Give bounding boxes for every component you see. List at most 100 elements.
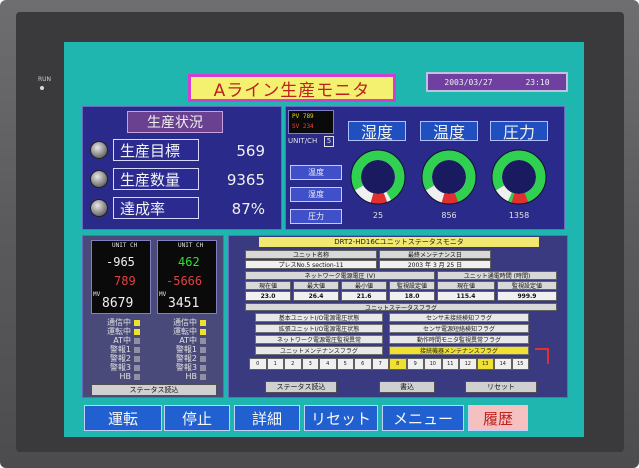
status-lamp-icon xyxy=(134,319,140,326)
device-display-1: UNIT CH -965 789 MV 8679 xyxy=(91,240,151,314)
flag-item: ユニットメンテナンスフラグ xyxy=(255,346,383,355)
unit-ch-value[interactable]: 5 xyxy=(324,136,334,147)
voltage-min: 21.6 xyxy=(341,291,387,301)
device-header: UNIT CH xyxy=(178,242,204,249)
status-row: HB xyxy=(157,372,219,381)
nav-menu-button[interactable]: メニュー xyxy=(382,405,464,431)
col-header: 最小値 xyxy=(341,281,387,290)
nav-detail-button[interactable]: 詳細 xyxy=(234,405,300,431)
run-label: RUN xyxy=(38,76,52,83)
bit-cell-active: 13 xyxy=(476,358,494,370)
nav-history-button[interactable]: 履歴 xyxy=(468,405,528,431)
device-mv-label: MV xyxy=(159,291,167,298)
humidity-gauge-title: 湿度 xyxy=(348,121,406,142)
device-status-read-button[interactable]: ステータス読込 xyxy=(91,384,217,396)
temp-value: 856 xyxy=(441,211,457,220)
temp-gauge xyxy=(421,149,477,205)
target-value: 569 xyxy=(236,142,265,160)
alarm-connector-icon xyxy=(535,348,549,364)
bit-cell: 9 xyxy=(406,358,424,370)
maint-date-value: 2003 年 3 月 25 日 xyxy=(379,260,491,269)
rate-label: 達成率 xyxy=(113,197,199,219)
bit-cell-active: 8 xyxy=(389,358,407,370)
col-header: 現在値 xyxy=(245,281,291,290)
status-lamp-icon xyxy=(134,337,140,344)
nav-run-button[interactable]: 運転 xyxy=(84,405,162,431)
flag-item: 拡張ユニットI/O電源電圧状態 xyxy=(255,324,383,333)
pressure-gauge-title: 圧力 xyxy=(490,121,548,142)
bit-cell: 11 xyxy=(441,358,459,370)
status-lamp-icon xyxy=(134,328,140,335)
bit-row: 0 1 2 3 4 5 6 7 8 9 10 11 12 13 14 15 xyxy=(249,358,529,370)
col-header: 現在値 xyxy=(437,281,495,290)
time-setting[interactable]: 999.9 xyxy=(497,291,557,301)
unit-name-value: プレスNo.5 section-11 xyxy=(245,260,377,269)
status-lamp-icon xyxy=(200,373,206,380)
bit-cell: 4 xyxy=(319,358,337,370)
unit-monitor-panel: DRT2-HD16Cユニットステータスモニタ ユニット名称 最終メンテナンス日 … xyxy=(228,235,568,398)
rate-value: 87% xyxy=(231,200,265,218)
device-pv: 462 xyxy=(178,255,200,269)
bit-cell: 7 xyxy=(371,358,389,370)
pressure-value: 1358 xyxy=(508,211,530,220)
flag-item: ネットワーク電源電圧監視異常 xyxy=(255,335,383,344)
voltage-header: ネットワーク電源電圧 (V) xyxy=(245,271,435,280)
col-header: 最大値 xyxy=(293,281,339,290)
status-lamp-icon xyxy=(134,364,140,371)
device-mv-label: MV xyxy=(93,291,101,298)
status-row: 警報3 xyxy=(91,363,153,372)
device-display-2: UNIT CH 462 -5666 MV 3451 xyxy=(157,240,217,314)
device-header: UNIT CH xyxy=(112,242,138,249)
quantity-label: 生産数量 xyxy=(113,168,199,190)
humidity-gauge xyxy=(350,149,406,205)
pressure-button[interactable]: 圧力 xyxy=(290,209,342,224)
status-led-icon xyxy=(90,141,108,159)
nav-stop-button[interactable]: 停止 xyxy=(164,405,230,431)
flag-item: センサ未接続検知フラグ xyxy=(389,313,529,322)
device-mv: 8679 xyxy=(102,296,134,311)
reset-button[interactable]: リセット xyxy=(465,381,537,393)
production-panel: 生産状況 生産目標 569 生産数量 9365 達成率 87% xyxy=(82,106,282,230)
status-read-button[interactable]: ステータス読込 xyxy=(265,381,337,393)
status-lamp-icon xyxy=(134,346,140,353)
run-led-icon xyxy=(40,86,44,90)
device-mv: 3451 xyxy=(168,296,200,311)
bit-cell: 15 xyxy=(511,358,529,370)
voltage-setting[interactable]: 18.0 xyxy=(389,291,435,301)
date-text: 2003/03/27 xyxy=(444,77,493,87)
bit-cell: 1 xyxy=(266,358,284,370)
mini-sv: SV 234 xyxy=(292,123,314,130)
humidity-button[interactable]: 湿度 xyxy=(290,187,342,202)
unit-name-header: ユニット名称 xyxy=(245,250,377,259)
flags-title: ユニットステータスフラグ xyxy=(245,303,557,312)
status-lamp-icon xyxy=(200,346,206,353)
bit-cell: 14 xyxy=(494,358,512,370)
hmi-screen: Aライン生産モニタ 2003/03/27 23:10 生産状況 生産目標 569… xyxy=(64,42,584,437)
nav-reset-button[interactable]: リセット xyxy=(304,405,378,431)
col-header: 監視設定値 xyxy=(497,281,557,290)
voltage-max: 26.4 xyxy=(293,291,339,301)
datetime-bar: 2003/03/27 23:10 xyxy=(426,72,568,92)
write-button[interactable]: 書込 xyxy=(379,381,435,393)
status-lamp-icon xyxy=(200,364,206,371)
bit-cell: 0 xyxy=(249,358,267,370)
mini-controller: PV 789 SV 234 xyxy=(288,110,334,134)
time-header: ユニット通電時間 (時間) xyxy=(437,271,557,280)
device-status-list-2: 通信中 運転中 AT中 警報1 警報2 警報3 HB xyxy=(157,318,219,381)
voltage-current: 23.0 xyxy=(245,291,291,301)
status-led-icon xyxy=(90,199,108,217)
status-led-icon xyxy=(90,170,108,188)
temp-button[interactable]: 温度 xyxy=(290,165,342,180)
flag-item: 動作時間モニタ監視異常フラグ xyxy=(389,335,529,344)
humidity-value: 25 xyxy=(372,211,384,220)
quantity-value: 9365 xyxy=(226,171,265,189)
status-row: 警報3 xyxy=(157,363,219,372)
page-title: Aライン生産モニタ xyxy=(188,74,396,102)
time-current: 115.4 xyxy=(437,291,495,301)
status-lamp-icon xyxy=(200,319,206,326)
target-label: 生産目標 xyxy=(113,139,199,161)
status-lamp-icon xyxy=(200,337,206,344)
device-status-list-1: 通信中 運転中 AT中 警報1 警報2 警報3 HB xyxy=(91,318,153,381)
bit-cell: 6 xyxy=(354,358,372,370)
device-pv: -965 xyxy=(106,255,135,269)
